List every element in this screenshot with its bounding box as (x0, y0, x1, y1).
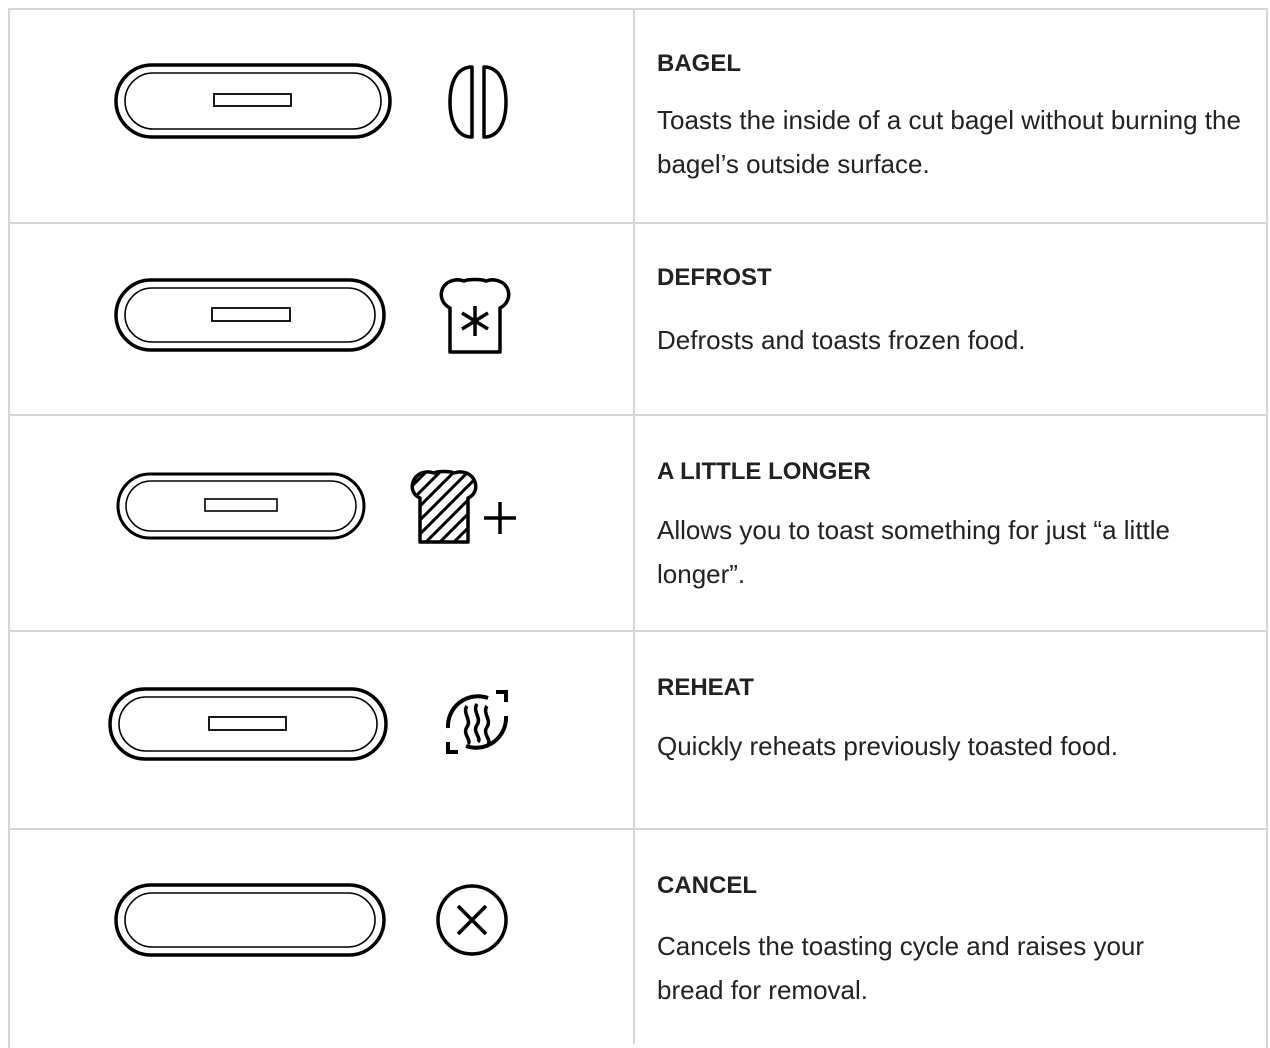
cancel-button-graphic (114, 883, 386, 957)
a-little-longer-button-graphic (116, 472, 366, 540)
function-title: REHEAT (657, 674, 754, 701)
button-function-table: BAGEL Toasts the inside of a cut bagel w… (8, 8, 1268, 1044)
function-title: CANCEL (657, 872, 757, 899)
bagel-button-graphic (114, 63, 392, 139)
button-illustration-cell (8, 830, 635, 1044)
function-title: A LITTLE LONGER (657, 458, 871, 485)
bagel-icon (448, 65, 508, 139)
table-row-cancel: CANCEL Cancels the toasting cycle and ra… (8, 830, 1268, 1044)
defrost-button-graphic (114, 278, 386, 352)
function-description: Allows you to toast something for just “… (657, 515, 1171, 589)
function-description: Quickly reheats previously toasted food. (657, 731, 1119, 761)
a-little-longer-icon (410, 469, 516, 544)
description-cell: CANCEL Cancels the toasting cycle and ra… (635, 830, 1268, 1044)
function-description: Defrosts and toasts frozen food. (657, 325, 1026, 355)
description-cell: A LITTLE LONGER Allows you to toast some… (635, 416, 1268, 630)
reheat-button-graphic (108, 687, 388, 761)
button-illustration-cell (8, 416, 635, 630)
table-row-reheat: REHEAT Quickly reheats previously toaste… (8, 632, 1268, 830)
description-cell: REHEAT Quickly reheats previously toaste… (635, 632, 1268, 828)
function-title: BAGEL (657, 50, 741, 77)
table-row-defrost: DEFROST Defrosts and toasts frozen food. (8, 224, 1268, 416)
table-row-bagel: BAGEL Toasts the inside of a cut bagel w… (8, 8, 1268, 224)
button-illustration-cell (8, 632, 635, 828)
description-cell: DEFROST Defrosts and toasts frozen food. (635, 224, 1268, 414)
function-description: Cancels the toasting cycle and raises yo… (657, 931, 1145, 1005)
button-illustration-cell (8, 224, 635, 414)
table-row-a-little-longer: A LITTLE LONGER Allows you to toast some… (8, 416, 1268, 632)
description-cell: BAGEL Toasts the inside of a cut bagel w… (635, 8, 1268, 222)
function-title: DEFROST (657, 264, 772, 291)
cancel-icon (436, 884, 508, 956)
button-illustration-cell (8, 8, 635, 222)
defrost-icon (439, 277, 511, 354)
function-description: Toasts the inside of a cut bagel without… (657, 105, 1241, 179)
reheat-icon (445, 690, 509, 754)
